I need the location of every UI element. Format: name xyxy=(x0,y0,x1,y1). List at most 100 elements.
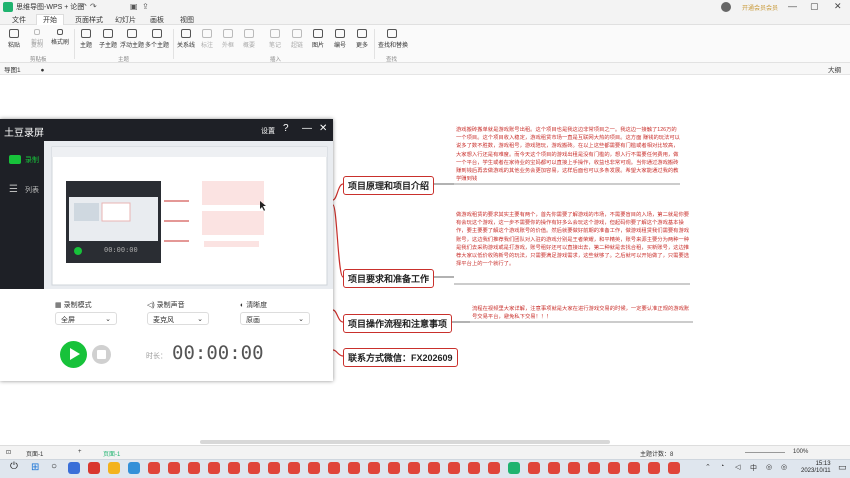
topic-note-principle[interactable]: 游戏搬砖搬单就是游戏账号出租。这个项目也是我这边非常项目之一。我这边一接触了12… xyxy=(456,126,680,184)
pages-icon[interactable]: ⊡ xyxy=(6,449,11,456)
record-audio-select[interactable]: 麦克风 ⌄ xyxy=(147,312,209,325)
chrome-icon[interactable] xyxy=(168,462,180,474)
network-icon[interactable]: ◔ xyxy=(720,463,724,470)
chrome-icon[interactable] xyxy=(268,462,280,474)
chrome-icon[interactable] xyxy=(628,462,640,474)
mindmap-app-icon[interactable] xyxy=(508,462,520,474)
minimize-icon[interactable]: — xyxy=(302,123,312,134)
save-icon[interactable]: ▣ xyxy=(130,2,138,11)
close-icon[interactable]: ✕ xyxy=(319,123,327,134)
topic-note-requirements[interactable]: 做游戏租赁的要求其实主要有两个，首先你需要了解游戏的市场，不需要盲目的入场，第二… xyxy=(456,211,690,283)
numbering-button[interactable]: 编号 xyxy=(332,29,348,59)
callout-button[interactable]: 标注 xyxy=(199,29,215,59)
topic-node-contact[interactable]: 联系方式微信：FX202609 xyxy=(343,348,458,367)
volume-icon[interactable]: ◁ xyxy=(735,463,740,471)
sidebar-item-record[interactable]: 录制 xyxy=(25,155,39,165)
chrome-icon[interactable] xyxy=(588,462,600,474)
tray-app-icon[interactable]: ◎ xyxy=(781,463,787,471)
user-avatar[interactable] xyxy=(721,2,731,12)
chrome-icon[interactable] xyxy=(388,462,400,474)
search-icon[interactable]: ○ xyxy=(51,461,57,472)
menu-slides[interactable]: 幻灯片 xyxy=(115,15,136,25)
page-selector[interactable]: 页面-1 xyxy=(26,449,43,458)
notification-icon[interactable]: ▭ xyxy=(838,462,847,473)
maximize-button[interactable]: ▢ xyxy=(810,1,819,12)
format-painter-button[interactable]: 格式刷 xyxy=(50,29,70,59)
horizontal-scrollbar[interactable] xyxy=(200,440,610,444)
menu-board[interactable]: 画板 xyxy=(150,15,164,25)
summary-button[interactable]: 概要 xyxy=(241,29,257,59)
chrome-icon[interactable] xyxy=(668,462,680,474)
chrome-icon[interactable] xyxy=(608,462,620,474)
chrome-icon[interactable] xyxy=(308,462,320,474)
chrome-icon[interactable] xyxy=(448,462,460,474)
outline-toggle[interactable]: 大纲 xyxy=(828,64,841,74)
recorder-settings-button[interactable]: 设置 xyxy=(261,126,275,136)
topic-node-process[interactable]: 项目操作流程和注意事项 xyxy=(343,314,453,333)
chrome-icon[interactable] xyxy=(368,462,380,474)
topic-node-principle[interactable]: 项目原理和项目介绍 xyxy=(343,176,435,195)
chrome-icon[interactable] xyxy=(328,462,340,474)
member-link[interactable]: 开通会员会员 xyxy=(742,3,778,12)
edge-icon[interactable] xyxy=(128,462,140,474)
chrome-icon[interactable] xyxy=(468,462,480,474)
taskbar-app-icon[interactable] xyxy=(68,462,80,474)
boundary-button[interactable]: 外框 xyxy=(220,29,236,59)
topic-node-requirements[interactable]: 项目要求和准备工作 xyxy=(343,269,435,288)
close-button[interactable]: ✕ xyxy=(834,1,842,12)
chrome-icon[interactable] xyxy=(528,462,540,474)
paste-button[interactable]: 粘贴 xyxy=(5,29,23,59)
image-button[interactable]: 图片 xyxy=(310,29,326,59)
menu-file[interactable]: 文件 xyxy=(12,15,26,25)
page-tab[interactable]: 页面-1 xyxy=(103,449,120,458)
chrome-icon[interactable] xyxy=(408,462,420,474)
clock-time: 15:13 xyxy=(815,461,831,467)
multi-topic-button[interactable]: 多个主题 xyxy=(145,29,169,59)
zoom-level[interactable]: 100% xyxy=(793,449,808,455)
tray-chevron-icon[interactable]: ⌃ xyxy=(705,463,711,471)
power-icon[interactable]: ⏻ xyxy=(10,461,18,472)
chrome-icon[interactable] xyxy=(188,462,200,474)
menu-view[interactable]: 视图 xyxy=(180,15,194,25)
windows-start-icon[interactable]: ⊞ xyxy=(31,462,39,473)
topic-button[interactable]: 主题 xyxy=(78,29,94,59)
export-icon[interactable]: ⇪ xyxy=(142,2,149,11)
zoom-slider[interactable] xyxy=(745,452,785,453)
ime-icon[interactable]: 中 xyxy=(750,463,757,473)
chrome-icon[interactable] xyxy=(648,462,660,474)
subtopic-button[interactable]: 子主题 xyxy=(97,29,119,59)
more-button[interactable]: 更多 xyxy=(354,29,370,59)
undo-icon[interactable]: ↶ xyxy=(80,2,87,11)
folder-icon[interactable] xyxy=(108,462,120,474)
hyperlink-button[interactable]: 超链 xyxy=(289,29,305,59)
document-tab-bar xyxy=(0,63,850,75)
redo-icon[interactable]: ↷ xyxy=(90,2,97,11)
menu-page-style[interactable]: 页面样式 xyxy=(75,15,103,25)
copy-button[interactable]: 复制 xyxy=(27,40,47,50)
document-tab[interactable]: 导图1 ● xyxy=(4,64,44,74)
chrome-icon[interactable] xyxy=(288,462,300,474)
chrome-icon[interactable] xyxy=(568,462,580,474)
chrome-icon[interactable] xyxy=(148,462,160,474)
record-mode-select[interactable]: 全屏 ⌄ xyxy=(55,312,117,325)
minimize-button[interactable]: — xyxy=(788,1,797,11)
add-page-button[interactable]: + xyxy=(78,449,82,455)
wps-icon[interactable] xyxy=(88,462,100,474)
quality-select[interactable]: 原画 ⌄ xyxy=(240,312,310,325)
sidebar-item-list[interactable]: 列表 xyxy=(25,185,39,195)
relation-line-button[interactable]: 关系线 xyxy=(176,29,196,59)
tray-app-icon[interactable]: ◎ xyxy=(766,463,772,471)
menu-start[interactable]: 开始 xyxy=(43,15,57,25)
chrome-icon[interactable] xyxy=(208,462,220,474)
chrome-icon[interactable] xyxy=(548,462,560,474)
clock[interactable]: 15:13 2023/10/11 xyxy=(801,461,831,475)
list-icon[interactable]: ☰ xyxy=(9,184,18,195)
chrome-icon[interactable] xyxy=(228,462,240,474)
topic-note-process[interactable]: 流程在视频里大家详解，注意事项就是大家在进行游戏交易的时候，一定要认准正规的游戏… xyxy=(472,305,694,321)
video-camera-icon[interactable] xyxy=(9,155,21,164)
chrome-icon[interactable] xyxy=(428,462,440,474)
help-icon[interactable]: ? xyxy=(283,123,289,134)
chrome-icon[interactable] xyxy=(248,462,260,474)
chrome-icon[interactable] xyxy=(488,462,500,474)
chrome-icon[interactable] xyxy=(348,462,360,474)
